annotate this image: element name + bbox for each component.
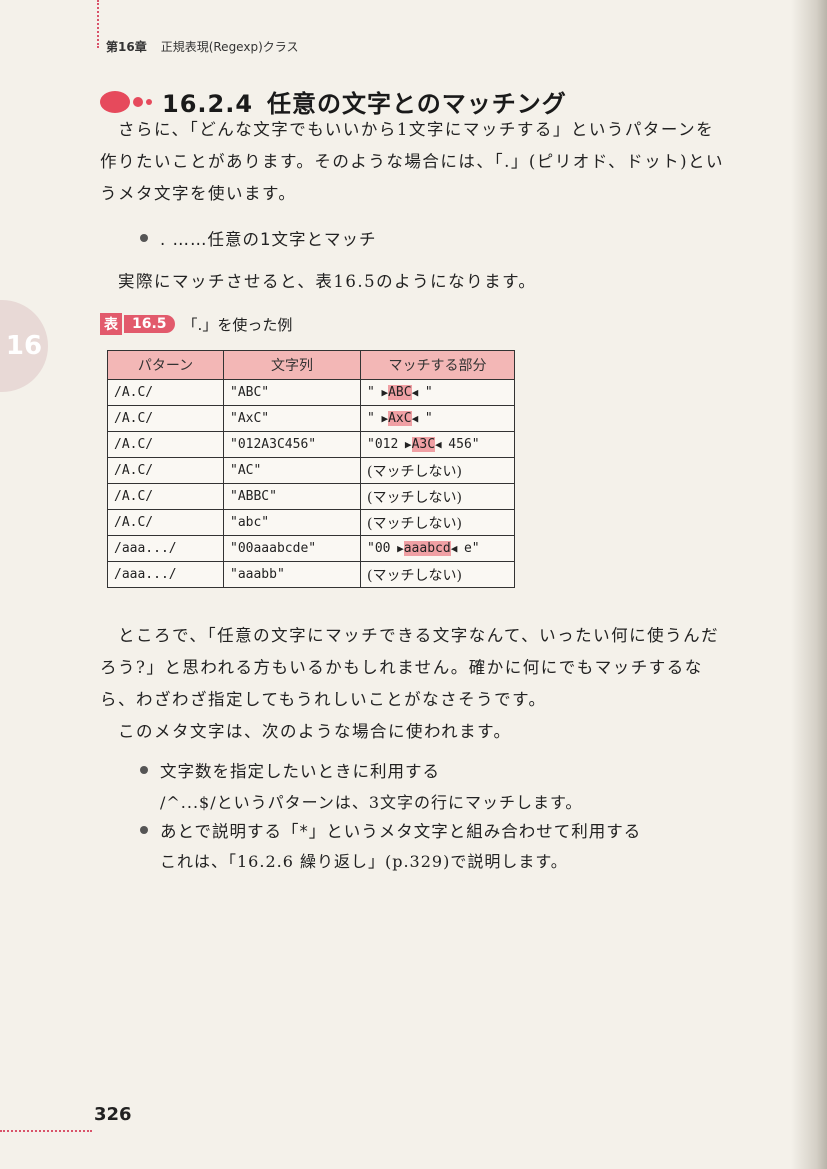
header-match: マッチする部分 [360, 350, 515, 380]
cell-pattern: /A.C/ [107, 457, 224, 484]
cell-string: "ABBC" [223, 483, 361, 510]
table-row: /A.C/"012A3C456" "012 ▶A3C◀ 456" [107, 431, 515, 458]
intro-paragraph: さらに、「どんな文字でもいいから1文字にマッチする」というパターンを 作りたいこ… [100, 114, 740, 210]
match-highlight: ABC [388, 385, 412, 400]
match-highlight: aaabcd [403, 541, 451, 556]
cell-match: " ▶ABC◀ " [360, 379, 515, 406]
cell-string: "AxC" [223, 405, 361, 432]
no-match-text: (マッチしない) [367, 567, 462, 584]
triangle-left-icon: ◀ [411, 386, 425, 399]
intro-line-2: 作りたいことがあります。そのような場合には、「.」(ピリオド、ドット)とい [100, 152, 725, 171]
cell-string: "00aaabcde" [223, 535, 361, 562]
table-label-badge: 表 [100, 313, 122, 335]
table-row: /A.C/"abc" (マッチしない) [107, 509, 515, 536]
cell-pattern: /A.C/ [107, 483, 224, 510]
page-number: 326 [94, 1104, 132, 1125]
heading-bullet-icon [100, 90, 152, 113]
use-item-1-title: 文字数を指定したいときに利用する [160, 762, 440, 781]
cell-match: " ▶AxC◀ " [360, 405, 515, 432]
table-row: /A.C/"ABC" " ▶ABC◀ " [107, 379, 515, 406]
dotted-rule-horizontal [0, 1130, 92, 1132]
cell-pattern: /aaa.../ [107, 535, 224, 562]
match-prefix: " [367, 385, 375, 400]
table-row: /A.C/"AC" (マッチしない) [107, 457, 515, 484]
triangle-right-icon: ▶ [398, 438, 412, 451]
cell-pattern: /A.C/ [107, 379, 224, 406]
table-caption-text: 「.」を使った例 [182, 315, 293, 334]
table-row: /A.C/"AxC" " ▶AxC◀ " [107, 405, 515, 432]
triangle-left-icon: ◀ [435, 438, 449, 451]
use-item-2-title: あとで説明する「*」というメタ文字と組み合わせて利用する [160, 822, 642, 841]
match-highlight: AxC [388, 411, 412, 426]
chapter-tab-number: 16 [5, 331, 43, 361]
cell-string: "aaabb" [223, 561, 361, 588]
cell-string: "abc" [223, 509, 361, 536]
table-row: /A.C/"ABBC" (マッチしない) [107, 483, 515, 510]
bullet-dot-meta: . ……任意の1文字とマッチ [140, 226, 377, 250]
body2-line-2: ろう?」と思われる方もいるかもしれません。確かに何にでもマッチするな [100, 658, 703, 677]
cell-match: "00 ▶aaabcd◀ e" [360, 535, 515, 562]
match-suffix: " [424, 385, 433, 400]
match-suffix: " [424, 411, 433, 426]
triangle-right-icon: ▶ [374, 386, 389, 399]
cell-match: (マッチしない) [360, 457, 515, 484]
dotted-rule-vertical [97, 0, 99, 48]
body2-line-4: このメタ文字は、次のような場合に使われます。 [118, 722, 512, 741]
page-edge-shadow [791, 0, 827, 1169]
match-highlight: A3C [411, 437, 436, 452]
table-row: /aaa.../"aaabb" (マッチしない) [107, 561, 515, 588]
table-intro: 実際にマッチさせると、表16.5のようになります。 [100, 266, 740, 298]
body2-line-3: ら、わざわざ指定してもうれしいことがなさそうです。 [100, 690, 547, 709]
triangle-left-icon: ◀ [411, 412, 425, 425]
match-prefix: "012 [367, 437, 399, 452]
use-item-1: 文字数を指定したいときに利用する [140, 758, 440, 782]
cell-string: "012A3C456" [223, 431, 361, 458]
no-match-text: (マッチしない) [367, 515, 462, 532]
chapter-tab: 16 [0, 300, 48, 392]
running-head-chapter: 第16章 [106, 40, 147, 54]
intro-line-3: うメタ文字を使います。 [100, 184, 297, 203]
table-header-row: パターン 文字列 マッチする部分 [107, 350, 515, 380]
intro-line-1: さらに、「どんな文字でもいいから1文字にマッチする」というパターンを [118, 120, 715, 139]
cell-match: "012 ▶A3C◀ 456" [360, 431, 515, 458]
bullet-dot-text: . ……任意の1文字とマッチ [160, 230, 377, 249]
cell-string: "AC" [223, 457, 361, 484]
no-match-text: (マッチしない) [367, 463, 462, 480]
bullet-icon [140, 766, 148, 774]
running-head-title: 正規表現(Regexp)クラス [160, 40, 299, 54]
match-prefix: " [367, 411, 375, 426]
body-paragraph-2: ところで、「任意の文字にマッチできる文字なんて、いったい何に使うんだ ろう?」と… [100, 620, 740, 748]
table-number-badge: 16.5 [124, 315, 175, 333]
cell-match: (マッチしない) [360, 483, 515, 510]
no-match-text: (マッチしない) [367, 489, 462, 506]
table-row: /aaa.../"00aaabcde" "00 ▶aaabcd◀ e" [107, 535, 515, 562]
match-suffix: e" [463, 541, 480, 556]
bullet-icon [140, 234, 148, 242]
triangle-left-icon: ◀ [450, 542, 464, 555]
match-prefix: "00 [367, 541, 391, 556]
triangle-right-icon: ▶ [390, 542, 404, 555]
running-head: 第16章 正規表現(Regexp)クラス [106, 38, 299, 55]
table-caption: 表 16.5 「.」を使った例 [100, 313, 292, 335]
cell-match: (マッチしない) [360, 561, 515, 588]
cell-pattern: /A.C/ [107, 509, 224, 536]
table-intro-text: 実際にマッチさせると、表16.5のようになります。 [118, 272, 537, 291]
bullet-icon [140, 826, 148, 834]
match-table: パターン 文字列 マッチする部分 /A.C/"ABC" " ▶ABC◀ "/A.C… [107, 350, 515, 588]
cell-string: "ABC" [223, 379, 361, 406]
body2-line-1: ところで、「任意の文字にマッチできる文字なんて、いったい何に使うんだ [118, 626, 720, 645]
cell-pattern: /A.C/ [107, 405, 224, 432]
use-item-2: あとで説明する「*」というメタ文字と組み合わせて利用する [140, 818, 641, 842]
use-item-2-detail: これは、「16.2.6 繰り返し」(p.329)で説明します。 [160, 852, 568, 871]
header-pattern: パターン [107, 350, 224, 380]
cell-match: (マッチしない) [360, 509, 515, 536]
triangle-right-icon: ▶ [374, 412, 389, 425]
cell-pattern: /A.C/ [107, 431, 224, 458]
use-item-1-detail: /^...$/というパターンは、3文字の行にマッチします。 [160, 793, 583, 812]
cell-pattern: /aaa.../ [107, 561, 224, 588]
match-suffix: 456" [448, 437, 480, 452]
header-string: 文字列 [223, 350, 361, 380]
